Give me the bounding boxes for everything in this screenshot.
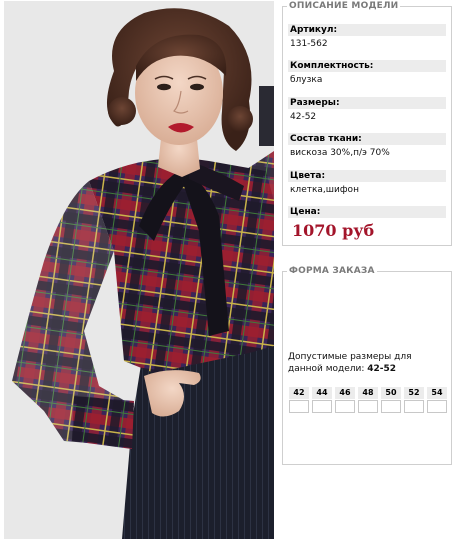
size-header-44: 44 xyxy=(312,387,332,399)
sizes-value: 42-52 xyxy=(290,112,317,122)
set-value: блузка xyxy=(290,75,323,85)
price-label: Цена: xyxy=(288,206,446,218)
size-header-48: 48 xyxy=(358,387,378,399)
allowed-sizes-range: 42-52 xyxy=(367,364,397,374)
size-42-quantity-input[interactable] xyxy=(289,400,309,413)
colors-value: клетка,шифон xyxy=(290,185,359,195)
size-44-quantity-input[interactable] xyxy=(312,400,332,413)
size-54-quantity-input[interactable] xyxy=(427,400,447,413)
size-50-quantity-input[interactable] xyxy=(381,400,401,413)
allowed-sizes-note: Допустимые размеры для данной модели: 42… xyxy=(288,351,448,375)
size-header-54: 54 xyxy=(427,387,447,399)
article-label: Артикул: xyxy=(288,24,446,36)
fabric-value: вискоза 30%,п/э 70% xyxy=(290,148,390,158)
product-photo xyxy=(4,1,274,539)
size-48-quantity-input[interactable] xyxy=(358,400,378,413)
size-header-46: 46 xyxy=(335,387,355,399)
size-46-quantity-input[interactable] xyxy=(335,400,355,413)
size-52-quantity-input[interactable] xyxy=(404,400,424,413)
size-header-52: 52 xyxy=(404,387,424,399)
colors-label: Цвета: xyxy=(288,170,446,182)
fabric-label: Состав ткани: xyxy=(288,133,446,145)
description-legend: ОПИСАНИЕ МОДЕЛИ xyxy=(287,0,401,12)
size-header-42: 42 xyxy=(289,387,309,399)
sizes-label: Размеры: xyxy=(288,97,446,109)
order-form-panel: ФОРМА ЗАКАЗА Допустимые размеры для данн… xyxy=(282,265,452,465)
model-description-panel: ОПИСАНИЕ МОДЕЛИ Артикул: 131-562 Комплек… xyxy=(282,0,452,246)
size-quantity-grid: 42 44 46 48 50 52 54 xyxy=(289,387,447,413)
article-value: 131-562 xyxy=(290,39,328,49)
size-header-50: 50 xyxy=(381,387,401,399)
set-label: Комплектность: xyxy=(288,60,446,72)
price-value: 1070 руб xyxy=(292,221,375,240)
order-legend: ФОРМА ЗАКАЗА xyxy=(287,265,377,277)
